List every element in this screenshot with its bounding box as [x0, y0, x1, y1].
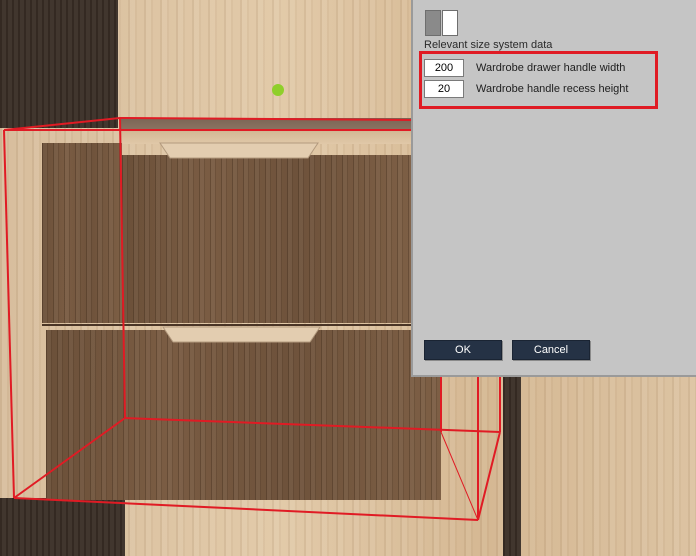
- cancel-button[interactable]: Cancel: [512, 340, 590, 360]
- color-swatch-light[interactable]: [442, 10, 458, 36]
- recess-height-label: Wardrobe handle recess height: [476, 83, 629, 95]
- handle-width-label: Wardrobe drawer handle width: [476, 62, 626, 74]
- ok-button[interactable]: OK: [424, 340, 502, 360]
- field-row-handle-width: Wardrobe drawer handle width: [424, 59, 625, 77]
- section-label: Relevant size system data: [424, 39, 553, 51]
- recess-height-input[interactable]: [424, 80, 464, 98]
- size-system-dialog: Relevant size system data Wardrobe drawe…: [411, 0, 696, 377]
- color-swatch-dark[interactable]: [425, 10, 441, 36]
- field-row-recess-height: Wardrobe handle recess height: [424, 80, 628, 98]
- cursor-dot: [272, 84, 284, 96]
- handle-width-input[interactable]: [424, 59, 464, 77]
